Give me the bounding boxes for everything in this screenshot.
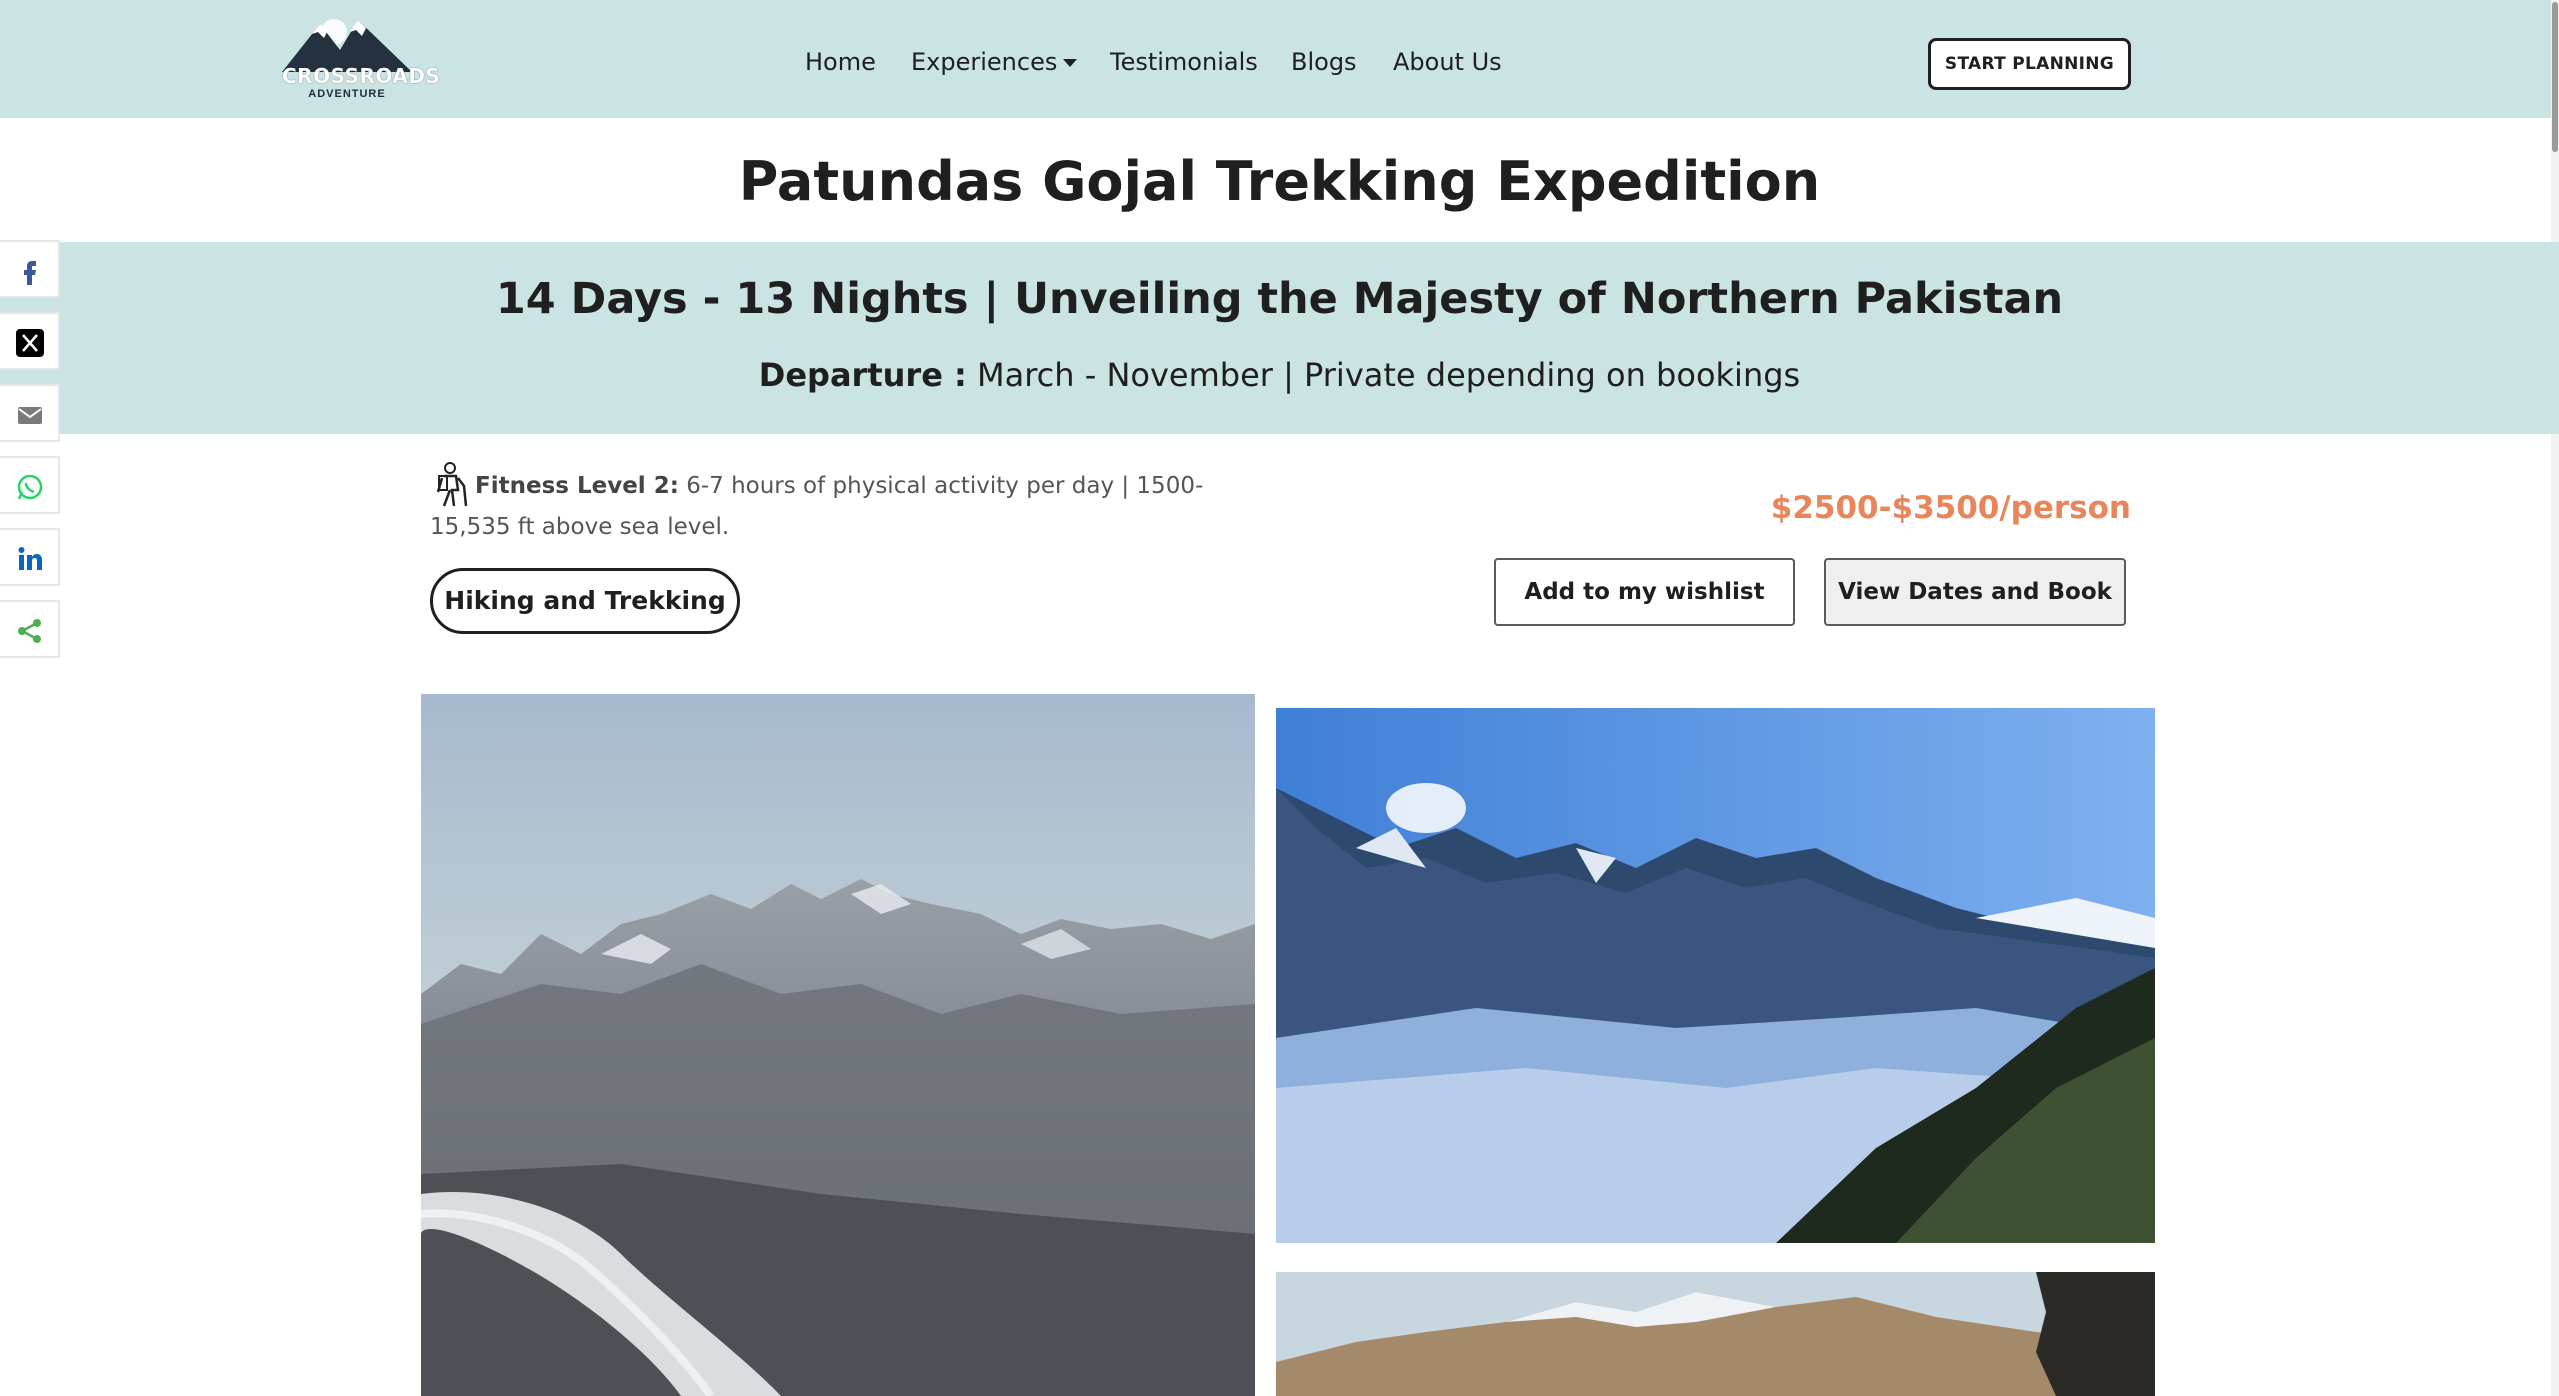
share-whatsapp-button[interactable]: [0, 456, 60, 514]
share-more-button[interactable]: [0, 600, 60, 658]
gallery-image-blue-glacier[interactable]: [1276, 708, 2155, 1243]
nav-blogs[interactable]: Blogs: [1291, 48, 1357, 76]
gallery-image-rocky-peaks[interactable]: [1276, 1272, 2155, 1396]
page-title: Patundas Gojal Trekking Expedition: [738, 150, 1821, 213]
nav-experiences-label: Experiences: [911, 48, 1058, 76]
whatsapp-icon: [17, 474, 43, 500]
departure-label: Departure :: [758, 356, 967, 394]
nav-testimonials[interactable]: Testimonials: [1110, 48, 1258, 76]
add-to-wishlist-button[interactable]: Add to my wishlist: [1494, 558, 1795, 626]
fitness-label: Fitness Level 2:: [475, 473, 679, 499]
trip-subtitle: 14 Days - 13 Nights | Unveiling the Maje…: [495, 274, 2064, 324]
nav-home[interactable]: Home: [805, 48, 876, 76]
departure-info: Departure : March - November | Private d…: [0, 356, 2559, 394]
gallery-image-glacier-valley[interactable]: [421, 694, 1255, 1396]
view-dates-book-button[interactable]: View Dates and Book: [1824, 558, 2126, 626]
site-header: CROSSROADS ADVENTURE Home Experiences Te…: [0, 0, 2559, 118]
departure-value: March - November | Private depending on …: [977, 356, 1801, 394]
nav-about-us[interactable]: About Us: [1393, 48, 1502, 76]
share-x-button[interactable]: [0, 312, 60, 370]
chevron-down-icon: [1063, 59, 1078, 67]
share-icon: [18, 619, 41, 643]
logo-subtitle: ADVENTURE: [308, 88, 386, 100]
trip-summary-band: 14 Days - 13 Nights | Unveiling the Maje…: [0, 242, 2559, 434]
share-email-button[interactable]: [0, 384, 60, 442]
logo-name: CROSSROADS: [282, 64, 441, 88]
scrollbar-thumb[interactable]: [2552, 2, 2558, 152]
facebook-icon: [24, 261, 36, 285]
mountain-logo-icon: [282, 19, 412, 72]
email-icon: [18, 407, 42, 424]
fitness-level: Fitness Level 2: 6-7 hours of physical a…: [430, 466, 1250, 548]
share-linkedin-button[interactable]: [0, 528, 60, 586]
linkedin-icon: [18, 547, 42, 570]
trip-price: $2500-$3500/person: [1770, 490, 2131, 526]
nav-experiences[interactable]: Experiences: [911, 48, 1078, 76]
site-logo[interactable]: CROSSROADS ADVENTURE: [282, 12, 441, 106]
x-icon: [16, 329, 44, 357]
activity-tag[interactable]: Hiking and Trekking: [430, 568, 740, 634]
share-facebook-button[interactable]: [0, 240, 60, 298]
start-planning-button[interactable]: START PLANNING: [1928, 38, 2131, 90]
